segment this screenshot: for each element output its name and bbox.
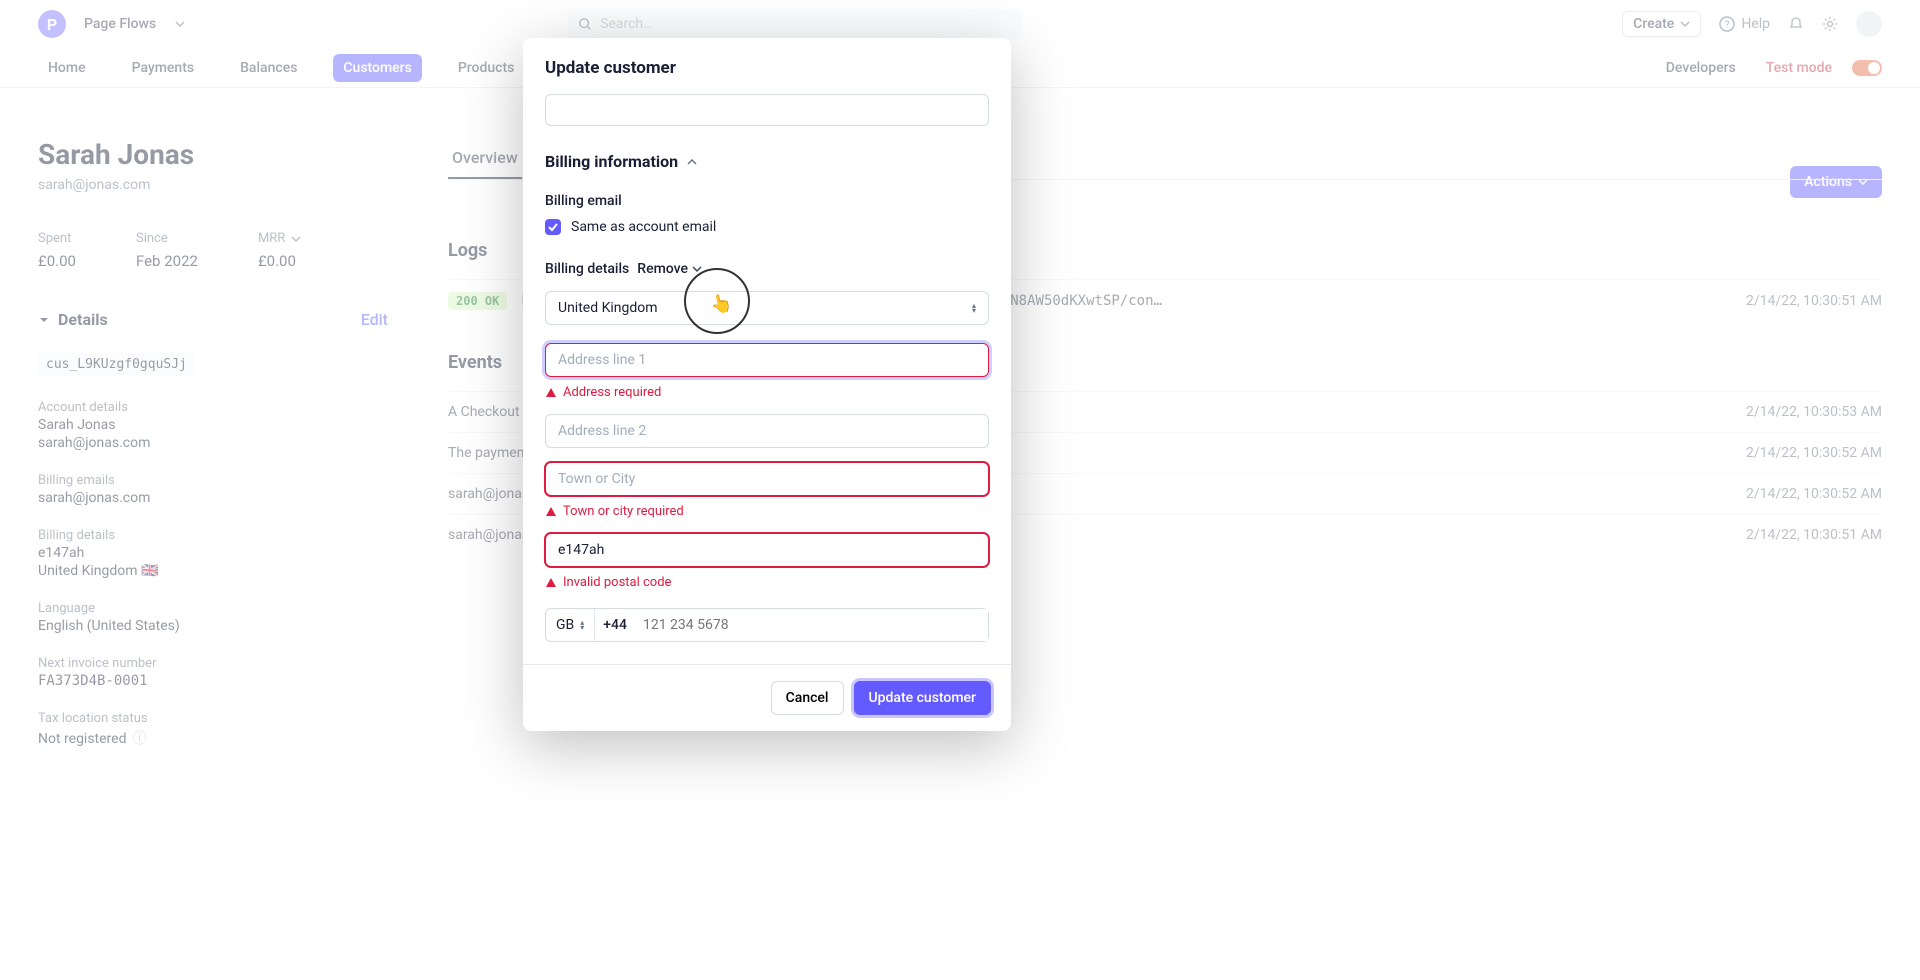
cancel-button[interactable]: Cancel xyxy=(771,681,844,715)
same-as-label: Same as account email xyxy=(571,219,716,235)
warning-icon xyxy=(545,577,557,589)
phone-input-group: GB ▴▾ +44 xyxy=(545,608,989,642)
country-code-select[interactable]: GB ▴▾ xyxy=(546,609,595,641)
billing-info-section[interactable]: Billing information xyxy=(545,152,989,171)
update-customer-button[interactable]: Update customer xyxy=(854,681,992,715)
billing-info-label: Billing information xyxy=(545,152,678,171)
same-as-checkbox[interactable] xyxy=(545,219,561,235)
postal-input[interactable] xyxy=(545,533,989,567)
city-error: Town or city required xyxy=(545,504,989,519)
billing-details-label: Billing details xyxy=(545,261,629,277)
postal-error: Invalid postal code xyxy=(545,575,989,590)
collapsed-field[interactable] xyxy=(545,94,989,126)
address-line-2-input[interactable] xyxy=(545,414,989,448)
address-error: Address required xyxy=(545,385,989,400)
phone-input[interactable] xyxy=(635,609,988,641)
billing-email-label: Billing email xyxy=(545,193,989,209)
select-sort-icon: ▴▾ xyxy=(580,620,584,630)
address-line-1-input[interactable] xyxy=(545,343,989,377)
remove-label: Remove xyxy=(637,261,688,277)
country-select[interactable]: United Kingdom ▴▾ xyxy=(545,291,989,325)
check-icon xyxy=(548,222,558,232)
modal-title: Update customer xyxy=(523,38,1011,90)
phone-prefix: +44 xyxy=(595,609,635,641)
remove-button[interactable]: Remove xyxy=(637,261,702,277)
update-customer-modal: Update customer Billing information Bill… xyxy=(523,38,1011,731)
warning-icon xyxy=(545,506,557,518)
select-sort-icon: ▴▾ xyxy=(972,303,976,313)
country-value: United Kingdom xyxy=(558,300,658,316)
country-code-value: GB xyxy=(556,617,574,633)
chevron-down-icon xyxy=(692,264,702,274)
warning-icon xyxy=(545,387,557,399)
chevron-up-icon xyxy=(686,156,698,168)
city-input[interactable] xyxy=(545,462,989,496)
